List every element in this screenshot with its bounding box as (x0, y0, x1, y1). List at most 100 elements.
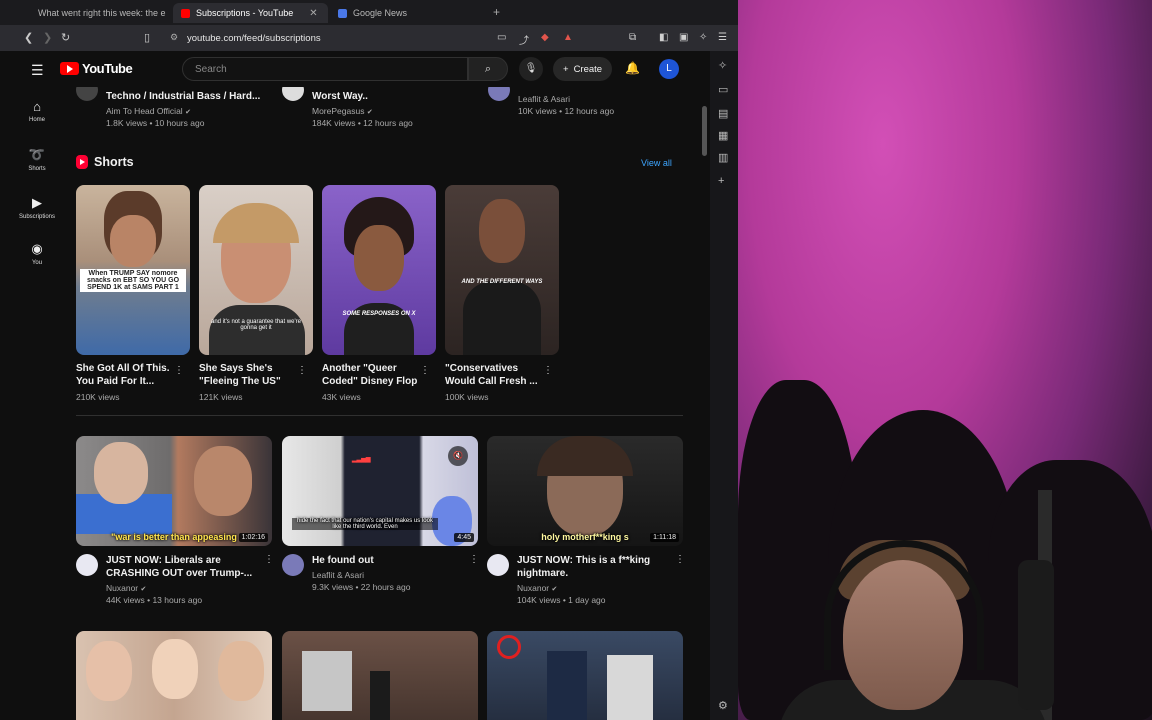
channel-name[interactable]: MorePegasus (312, 106, 364, 116)
site-info-icon[interactable]: ⚙ (170, 32, 178, 43)
guide-item-subscriptions[interactable]: ▶ Subscriptions (14, 195, 60, 220)
back-icon[interactable]: ❮ (24, 31, 33, 44)
video-thumbnail[interactable] (282, 631, 478, 720)
channel-name[interactable]: Nuxanor (517, 583, 549, 593)
forward-icon[interactable]: ❯ (43, 31, 52, 44)
share-icon[interactable]: ⤴ (519, 32, 529, 47)
menu-icon[interactable]: ☰ (718, 32, 727, 43)
shorts-shelf-header: Shorts (76, 155, 134, 169)
view-all-button[interactable]: View all (641, 158, 672, 168)
short-card[interactable]: and it's not a guarantee that we're gonn… (199, 185, 313, 402)
account-avatar[interactable]: L (659, 59, 679, 79)
scrollbar-thumb[interactable] (702, 106, 707, 156)
video-title[interactable]: Worst Way.. (312, 90, 472, 103)
new-tab-icon[interactable]: + (493, 5, 500, 19)
more-options-icon[interactable]: ⋮ (264, 554, 274, 565)
channel-name[interactable]: Aim To Head Official (106, 106, 183, 116)
more-options-icon[interactable]: ⋮ (543, 365, 553, 376)
short-thumbnail[interactable]: and it's not a guarantee that we're gonn… (199, 185, 313, 355)
video-meta-3: Leaflit & Asari 10K views • 12 hours ago (518, 91, 678, 116)
rewards-icon[interactable]: ▲ (563, 32, 573, 43)
create-button[interactable]: + Create (553, 57, 613, 81)
video-thumbnail[interactable]: "war is better than appeasing 1:02:16 (76, 436, 272, 546)
voice-search-button[interactable]: 🎙 (519, 57, 543, 81)
short-thumbnail[interactable]: SOME RESPONSES ON X (322, 185, 436, 355)
video-title[interactable]: Techno / Industrial Bass / Hard... (106, 90, 266, 103)
video-card[interactable] (76, 631, 272, 720)
leo-icon[interactable]: ✧ (699, 32, 707, 43)
guide-item-you[interactable]: ◉ You (14, 241, 60, 266)
guide-label: Home (28, 117, 45, 123)
video-title[interactable]: JUST NOW: This is a f**king nightmare. (517, 554, 665, 580)
video-card[interactable] (282, 631, 478, 720)
url-text: youtube.com/feed/subscriptions (187, 32, 321, 44)
more-options-icon[interactable]: ⋮ (675, 554, 685, 565)
shorts-title: Shorts (94, 155, 134, 169)
more-options-icon[interactable]: ⋮ (297, 365, 307, 376)
video-card[interactable] (487, 631, 683, 720)
rail-video-icon[interactable]: ▭ (718, 83, 728, 96)
person-figure (547, 651, 587, 720)
short-card[interactable]: AND THE DIFFERENT WAYS "Conservatives Wo… (445, 185, 559, 402)
search-button[interactable]: ⌕ (468, 57, 508, 81)
short-thumbnail[interactable]: When TRUMP SAY nomore snacks on EBT SO Y… (76, 185, 190, 355)
video-duration: 4:45 (454, 533, 474, 542)
mute-icon[interactable]: 🔇 (448, 446, 468, 466)
address-bar: ❮ ❯ ↻ ▯ ⚙ youtube.com/feed/subscriptions… (0, 25, 738, 51)
short-card[interactable]: When TRUMP SAY nomore snacks on EBT SO Y… (76, 185, 190, 402)
guide-item-home[interactable]: ⌂ Home (14, 99, 60, 123)
tab-google-news[interactable]: Google News (330, 3, 480, 23)
hamburger-menu-icon[interactable]: ☰ (31, 62, 44, 79)
video-thumbnail[interactable]: ▂▃▅▆ hide the fact that our nation's cap… (282, 436, 478, 546)
logo-text: YouTube (82, 61, 133, 76)
more-options-icon[interactable]: ⋮ (174, 365, 184, 376)
channel-avatar[interactable] (487, 554, 509, 576)
notifications-bell-icon[interactable]: 🔔 (625, 61, 640, 75)
search-input[interactable]: Search (182, 57, 468, 81)
channel-name[interactable]: Nuxanor (106, 583, 138, 593)
tab-what-went-right[interactable]: What went right this week: the e (30, 3, 170, 23)
video-stats: 10K views • 12 hours ago (518, 106, 615, 116)
person-face (194, 446, 252, 516)
short-thumbnail[interactable]: AND THE DIFFERENT WAYS (445, 185, 559, 355)
video-thumbnail[interactable] (487, 631, 683, 720)
video-thumbnail[interactable]: holy motherf**king s 1:11:18 (487, 436, 683, 546)
short-caption: SOME RESPONSES ON X (342, 311, 416, 317)
short-title[interactable]: Another "Queer Coded" Disney Flop (322, 362, 418, 388)
channel-name[interactable]: Leaflit & Asari (518, 94, 678, 104)
more-options-icon[interactable]: ⋮ (469, 554, 479, 565)
video-stats: 184K views • 12 hours ago (312, 118, 413, 128)
short-title[interactable]: She Says She's "Fleeing The US" (199, 362, 295, 388)
youtube-logo[interactable]: YouTube (60, 61, 133, 76)
short-title[interactable]: "Conservatives Would Call Fresh ... (445, 362, 541, 388)
video-title[interactable]: He found out (312, 554, 460, 567)
rail-wallet-icon[interactable]: ▤ (718, 107, 728, 120)
video-thumbnail[interactable] (76, 631, 272, 720)
video-title[interactable]: JUST NOW: Liberals are CRASHING OUT over… (106, 554, 254, 580)
screenshot-icon[interactable]: ▭ (497, 32, 506, 43)
tab-subscriptions[interactable]: Subscriptions - YouTube ✕ (173, 3, 328, 23)
wallet-icon[interactable]: ▣ (679, 32, 688, 43)
extensions-icon[interactable]: ⧉ (629, 32, 636, 43)
more-options-icon[interactable]: ⋮ (420, 365, 430, 376)
video-card[interactable]: ▂▃▅▆ hide the fact that our nation's cap… (282, 436, 478, 546)
brave-shield-icon[interactable]: ◆ (541, 32, 549, 43)
video-card[interactable]: holy motherf**king s 1:11:18 (487, 436, 683, 546)
channel-name[interactable]: Leaflit & Asari (312, 570, 460, 580)
bookmark-icon[interactable]: ▯ (144, 31, 150, 44)
rail-reading-list-icon[interactable]: ▥ (718, 151, 728, 164)
rail-add-icon[interactable]: + (718, 175, 724, 187)
short-title[interactable]: She Got All Of This. You Paid For It... (76, 362, 172, 388)
short-card[interactable]: SOME RESPONSES ON X Another "Queer Coded… (322, 185, 436, 402)
guide-item-shorts[interactable]: ➰ Shorts (14, 147, 60, 172)
close-tab-icon[interactable]: ✕ (309, 8, 317, 19)
person-face (94, 442, 148, 504)
rail-bookmarks-icon[interactable]: ▦ (718, 129, 728, 142)
rail-settings-icon[interactable]: ⚙ (718, 699, 728, 712)
leo-sidebar-icon[interactable]: ✧ (718, 59, 727, 72)
channel-avatar[interactable] (282, 554, 304, 576)
channel-avatar[interactable] (76, 554, 98, 576)
reload-icon[interactable]: ↻ (61, 31, 70, 44)
video-card[interactable]: "war is better than appeasing 1:02:16 (76, 436, 272, 546)
sidebar-toggle-icon[interactable]: ◧ (659, 32, 668, 43)
